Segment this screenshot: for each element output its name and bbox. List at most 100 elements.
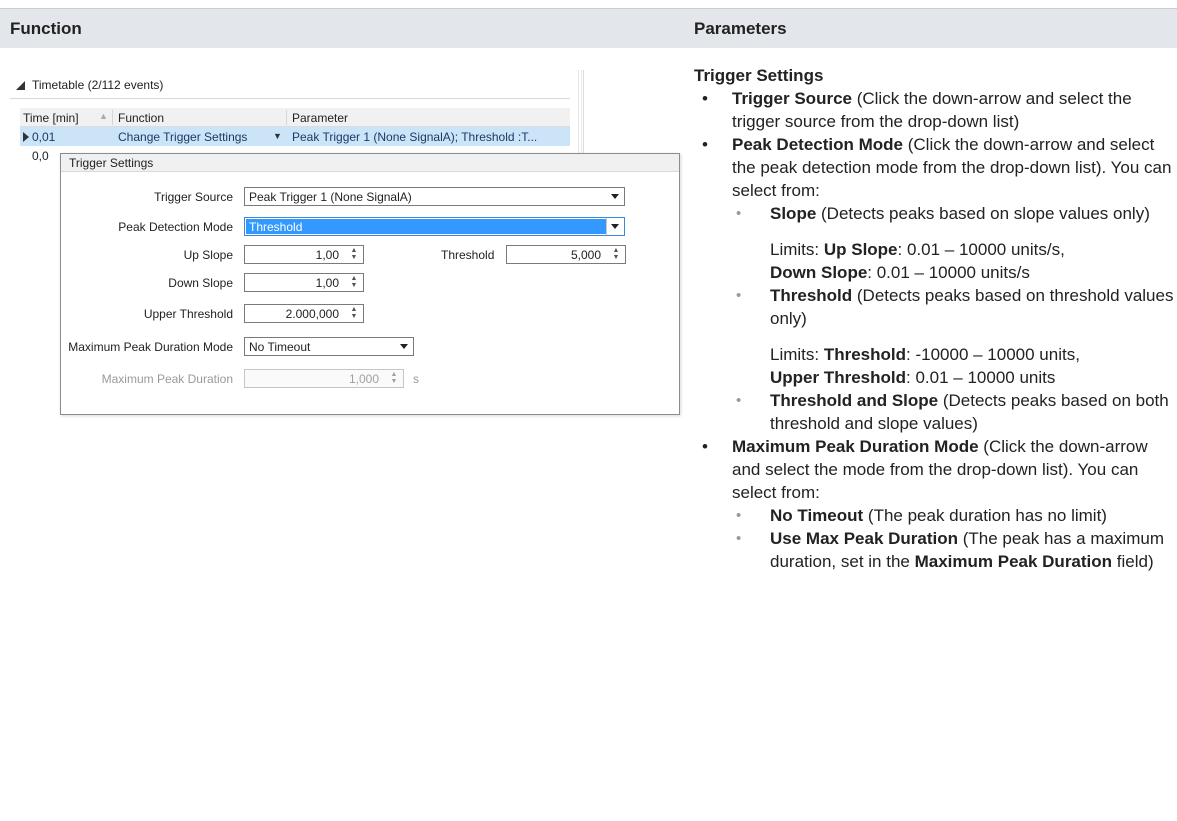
peak-detection-mode-select[interactable]: Threshold <box>244 217 625 236</box>
threshold-value: 5,000 <box>570 248 601 262</box>
max-peak-duration-value: 1,000 <box>348 372 379 386</box>
limit-name: Threshold <box>823 345 907 364</box>
column-separator[interactable] <box>286 110 287 125</box>
chevron-down-icon[interactable] <box>611 194 619 199</box>
chevron-down-icon[interactable] <box>611 224 619 229</box>
list-item: • Threshold (Detects peaks based on thre… <box>694 284 1174 330</box>
term-peak-detection-mode: Peak Detection Mode <box>732 135 903 154</box>
list-item: • Maximum Peak Duration Mode (Click the … <box>694 435 1174 504</box>
parameters-column: Trigger Settings • Trigger Source (Click… <box>694 64 1174 573</box>
bullet-icon: • <box>702 135 708 154</box>
timetable-header[interactable]: Timetable (2/112 events) <box>10 70 570 100</box>
limit-name: Up Slope <box>823 240 898 259</box>
term-trigger-source: Trigger Source <box>732 89 852 108</box>
upper-threshold-label: Upper Threshold <box>143 307 233 321</box>
timetable-title: Timetable (2/112 events) <box>32 78 164 92</box>
grid-header-row: Time [min] ▲ Function Parameter <box>20 108 570 127</box>
up-slope-value: 1,00 <box>315 248 339 262</box>
term-threshold-and-slope: Threshold and Slope <box>770 391 939 410</box>
limit-range: : -10000 – 10000 units, <box>906 345 1080 364</box>
list-item: • Threshold and Slope (Detects peaks bas… <box>694 389 1174 435</box>
sub-bullet-icon: • <box>736 287 742 304</box>
limit-range: : 0.01 – 10000 units/s <box>867 263 1030 282</box>
popup-title: Trigger Settings <box>69 156 154 170</box>
sub-bullet-icon: • <box>736 205 742 222</box>
term-no-timeout: No Timeout <box>770 506 864 525</box>
sub-bullet-icon: • <box>736 392 742 409</box>
term-max-peak-duration-mode: Maximum Peak Duration Mode <box>732 437 979 456</box>
function-column-header: Function <box>10 19 82 38</box>
threshold-label: Threshold <box>441 248 495 262</box>
timetable-screenshot: Timetable (2/112 events) Time [min] ▲ Fu… <box>10 70 682 415</box>
table-header: Function Parameters <box>0 8 1177 48</box>
row-pointer-icon <box>23 132 29 142</box>
term-description: (Detects peaks based on slope values onl… <box>816 204 1150 223</box>
column-separator[interactable] <box>112 110 113 125</box>
up-slope-label: Up Slope <box>183 248 233 262</box>
limits-prefix: Limits: <box>770 345 824 364</box>
bullet-icon: • <box>702 89 708 108</box>
list-item: • Use Max Peak Duration (The peak has a … <box>694 527 1174 573</box>
term-description: field) <box>1112 552 1154 571</box>
term-threshold: Threshold <box>770 286 853 305</box>
max-peak-duration-stepper: 1,000 ▲ ▼ <box>244 369 404 388</box>
up-slope-stepper[interactable]: 1,00 ▲ ▼ <box>244 245 364 264</box>
threshold-limits: Limits: Threshold: -10000 – 10000 units,… <box>694 343 1174 389</box>
limit-range: : 0.01 – 10000 units/s, <box>897 240 1065 259</box>
max-peak-duration-mode-label: Maximum Peak Duration Mode <box>68 340 233 354</box>
spinner-arrows-icon[interactable]: ▲ ▼ <box>349 306 359 321</box>
slope-limits: Limits: Up Slope: 0.01 – 10000 units/s, … <box>694 238 1174 284</box>
down-slope-value: 1,00 <box>315 276 339 290</box>
max-peak-duration-label: Maximum Peak Duration <box>101 372 233 386</box>
threshold-stepper[interactable]: 5,000 ▲ ▼ <box>506 245 626 264</box>
list-item: • No Timeout (The peak duration has no l… <box>694 504 1174 527</box>
sub-bullet-icon: • <box>736 530 742 547</box>
row-time[interactable]: 0,01 <box>32 130 55 144</box>
spinner-arrows-icon[interactable]: ▲ ▼ <box>611 247 621 262</box>
max-peak-duration-mode-value: No Timeout <box>249 340 311 354</box>
row-parameter[interactable]: Peak Trigger 1 (None SignalA); Threshold… <box>292 130 537 144</box>
upper-threshold-value: 2.000,000 <box>285 307 339 321</box>
upper-threshold-stepper[interactable]: 2.000,000 ▲ ▼ <box>244 304 364 323</box>
down-slope-label: Down Slope <box>168 276 233 290</box>
trigger-source-value: Peak Trigger 1 (None SignalA) <box>249 190 412 204</box>
section-title: Trigger Settings <box>694 66 824 85</box>
trigger-source-select[interactable]: Peak Trigger 1 (None SignalA) <box>244 187 625 206</box>
down-slope-stepper[interactable]: 1,00 ▲ ▼ <box>244 273 364 292</box>
limit-range: : 0.01 – 10000 units <box>906 368 1056 387</box>
bullet-icon: • <box>702 437 708 456</box>
sub-bullet-icon: • <box>736 507 742 524</box>
max-peak-duration-mode-select[interactable]: No Timeout <box>244 337 414 356</box>
col-parameter-header[interactable]: Parameter <box>292 111 348 125</box>
chevron-down-icon[interactable] <box>400 344 408 349</box>
sort-ascending-icon: ▲ <box>99 111 108 121</box>
row-time[interactable]: 0,0 <box>32 149 49 163</box>
list-item: • Slope (Detects peaks based on slope va… <box>694 202 1174 225</box>
trigger-settings-popup: Trigger Settings Trigger Source Peak Tri… <box>60 153 680 415</box>
table-row[interactable]: 0,01 Change Trigger Settings ▼ Peak Trig… <box>20 127 570 146</box>
parameters-column-header: Parameters <box>694 19 787 38</box>
row-function[interactable]: Change Trigger Settings <box>118 130 247 144</box>
trigger-source-label: Trigger Source <box>154 190 233 204</box>
term-slope: Slope <box>770 204 817 223</box>
term-description: (The peak duration has no limit) <box>863 506 1107 525</box>
col-time-header[interactable]: Time [min] <box>23 111 79 125</box>
spinner-arrows-icon[interactable]: ▲ ▼ <box>349 275 359 290</box>
max-peak-duration-unit: s <box>413 372 419 386</box>
chevron-down-icon[interactable]: ▼ <box>273 131 282 141</box>
spinner-arrows-icon[interactable]: ▲ ▼ <box>349 247 359 262</box>
field-reference: Maximum Peak Duration <box>914 552 1113 571</box>
collapse-triangle-icon[interactable] <box>16 81 25 90</box>
list-item: • Trigger Source (Click the down-arrow a… <box>694 87 1174 133</box>
col-function-header[interactable]: Function <box>118 111 164 125</box>
spinner-arrows-icon: ▲ ▼ <box>390 371 398 385</box>
limit-name: Down Slope <box>770 263 868 282</box>
peak-detection-mode-label: Peak Detection Mode <box>118 220 233 234</box>
peak-detection-mode-value: Threshold <box>249 220 303 234</box>
divider <box>10 98 570 99</box>
popup-title-bar: Trigger Settings <box>61 154 679 172</box>
term-use-max-peak-duration: Use Max Peak Duration <box>770 529 959 548</box>
limit-name: Upper Threshold <box>770 368 907 387</box>
list-item: • Peak Detection Mode (Click the down-ar… <box>694 133 1174 202</box>
limits-prefix: Limits: <box>770 240 824 259</box>
